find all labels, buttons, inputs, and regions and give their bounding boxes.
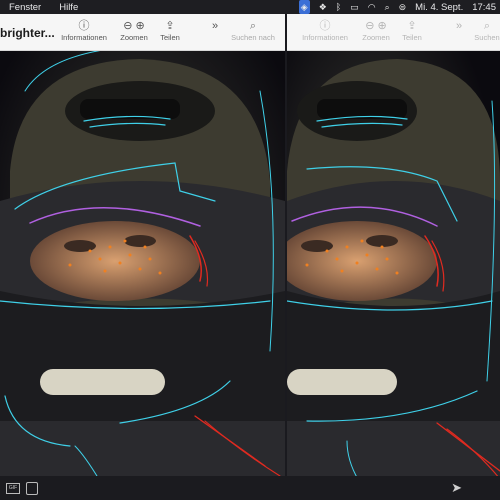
send-icon[interactable]: ➤: [451, 480, 462, 496]
chevron-right-icon: »: [455, 20, 463, 32]
annotated-photo: [287, 51, 500, 480]
message-bottom-bar: GIF ➤: [0, 476, 500, 500]
search-field[interactable]: ⌕ Suchen: [472, 20, 500, 42]
search-label: Suchen nach: [231, 33, 275, 42]
share-label: Teilen: [160, 33, 180, 42]
wifi-icon[interactable]: ◠: [368, 0, 376, 14]
location-icon[interactable]: ◈: [298, 0, 310, 14]
more-button[interactable]: »: [208, 20, 222, 33]
share-icon: ⇪: [407, 20, 417, 32]
share-button[interactable]: ⇪ Teilen: [158, 20, 182, 42]
helmet-photo-image: [287, 51, 500, 480]
share-label: Teilen: [402, 33, 422, 42]
share-icon: ⇪: [165, 20, 175, 32]
info-label: Informationen: [61, 33, 107, 42]
share-button[interactable]: ⇪ Teilen: [400, 20, 424, 42]
more-button[interactable]: »: [452, 20, 466, 33]
info-icon: ⓘ: [319, 20, 331, 32]
battery-icon[interactable]: ▭: [350, 0, 359, 14]
dropbox-icon[interactable]: ❖: [319, 0, 327, 14]
menu-date[interactable]: Mi. 4. Sept.: [415, 2, 463, 13]
bluetooth-icon[interactable]: ᛒ: [336, 0, 341, 14]
gif-icon[interactable]: GIF: [6, 483, 20, 494]
gif-label: GIF: [8, 485, 18, 491]
annotated-photo: [0, 51, 285, 480]
search-label: Suchen: [474, 33, 500, 42]
zoom-icon: ⊖ ⊕: [123, 20, 145, 32]
zoom-icon: ⊖ ⊕: [365, 20, 387, 32]
preview-window-left: brighter... ⓘ Informationen ⊖ ⊕ Zoomen ⇪…: [0, 14, 285, 480]
chevron-right-icon: »: [211, 20, 219, 32]
toolbar: ⓘ Informationen ⊖ ⊕ Zoomen ⇪ Teilen » ⌕ …: [287, 14, 500, 51]
info-icon: ⓘ: [78, 20, 90, 32]
info-button[interactable]: ⓘ Informationen: [299, 20, 351, 42]
search-field[interactable]: ⌕ Suchen nach: [228, 20, 278, 42]
sticker-icon[interactable]: [26, 482, 38, 495]
zoom-button[interactable]: ⊖ ⊕ Zoomen: [359, 20, 393, 42]
info-button[interactable]: ⓘ Informationen: [58, 20, 110, 42]
search-icon: ⌕: [483, 20, 491, 32]
preview-window-right: ⓘ Informationen ⊖ ⊕ Zoomen ⇪ Teilen » ⌕ …: [287, 14, 500, 480]
menu-hilfe[interactable]: Hilfe: [50, 2, 87, 13]
helmet-photo-image: [0, 51, 285, 480]
search-icon: ⌕: [249, 20, 257, 32]
zoom-label: Zoomen: [120, 33, 148, 42]
info-label: Informationen: [302, 33, 348, 42]
zoom-button[interactable]: ⊖ ⊕ Zoomen: [117, 20, 151, 42]
menu-time[interactable]: 17:45: [472, 2, 496, 13]
menu-fenster[interactable]: Fenster: [0, 2, 50, 13]
search-icon[interactable]: ⌕: [385, 0, 390, 14]
control-center-icon[interactable]: ⊜: [399, 0, 407, 14]
zoom-label: Zoomen: [362, 33, 390, 42]
window-title: brighter...: [0, 26, 55, 40]
toolbar: brighter... ⓘ Informationen ⊖ ⊕ Zoomen ⇪…: [0, 14, 285, 51]
menu-bar: Fenster Hilfe ◈ ❖ ᛒ ▭ ◠ ⌕ ⊜ Mi. 4. Sept.…: [0, 0, 500, 14]
menu-bar-status: ◈ ❖ ᛒ ▭ ◠ ⌕ ⊜ Mi. 4. Sept. 17:45: [298, 0, 500, 14]
